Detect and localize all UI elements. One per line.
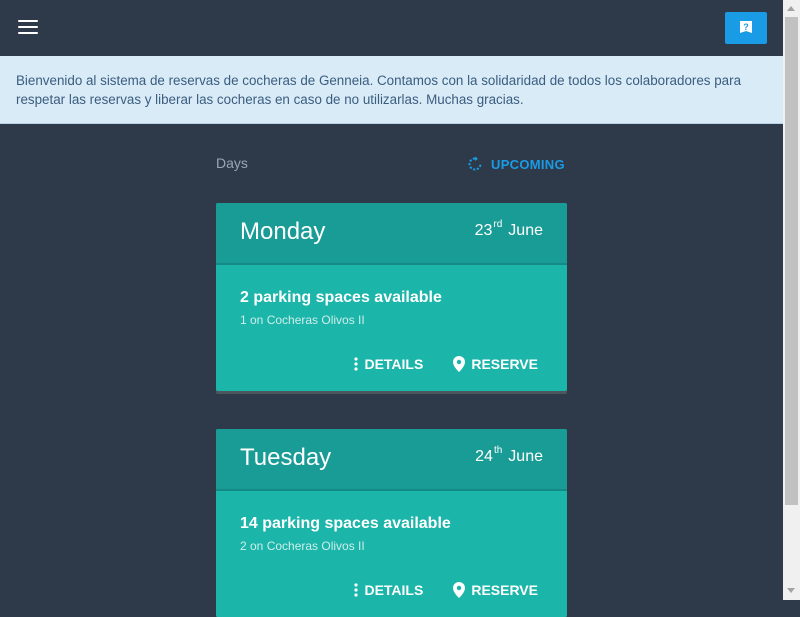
- details-button[interactable]: DETAILS: [354, 356, 423, 372]
- date-month: June: [508, 448, 543, 465]
- details-label: DETAILS: [364, 582, 424, 598]
- date-suffix: th: [493, 445, 503, 456]
- date-number: 23: [474, 222, 493, 239]
- card-actions: DETAILS RESERVE: [354, 356, 538, 372]
- hamburger-menu-icon[interactable]: [18, 19, 38, 35]
- day-name: Tuesday: [240, 444, 332, 471]
- day-card-monday: Monday 23rd June 2 parking spaces availab…: [216, 203, 567, 391]
- date: 24th June: [475, 445, 543, 466]
- refresh-icon: [468, 156, 482, 171]
- upcoming-button[interactable]: UPCOMING: [467, 155, 565, 173]
- date-number: 24: [475, 448, 493, 465]
- upcoming-label: UPCOMING: [491, 156, 565, 172]
- svg-text:?: ?: [743, 22, 749, 32]
- vertical-scrollbar[interactable]: [783, 0, 800, 600]
- help-book-icon: ?: [740, 21, 752, 33]
- scrollbar-thumb[interactable]: [785, 17, 798, 505]
- location-text: 1 on Cocheras Olivos II: [240, 313, 365, 327]
- scroll-down-arrow-icon[interactable]: [787, 588, 795, 593]
- days-label: Days: [216, 155, 248, 171]
- welcome-banner: Bienvenido al sistema de reservas de coc…: [0, 56, 783, 124]
- details-button[interactable]: DETAILS: [354, 582, 423, 598]
- location-text: 2 on Cocheras Olivos II: [240, 539, 365, 553]
- availability-text: 2 parking spaces available: [240, 289, 442, 306]
- more-vertical-icon: [354, 583, 359, 597]
- scroll-up-arrow-icon[interactable]: [787, 6, 795, 11]
- day-card-tuesday: Tuesday 24th June 14 parking spaces avail…: [216, 429, 567, 617]
- card-header: Tuesday 24th June: [216, 429, 567, 491]
- reserve-label: RESERVE: [471, 582, 538, 598]
- location-pin-icon: [453, 356, 466, 372]
- top-bar: ?: [0, 0, 783, 56]
- reserve-button[interactable]: RESERVE: [453, 582, 538, 598]
- reserve-label: RESERVE: [471, 356, 538, 372]
- date: 23rd June: [474, 219, 543, 240]
- date-month: June: [508, 222, 543, 239]
- more-vertical-icon: [354, 357, 359, 371]
- location-pin-icon: [453, 582, 466, 598]
- date-suffix: rd: [493, 219, 503, 230]
- reserve-button[interactable]: RESERVE: [453, 356, 538, 372]
- day-name: Monday: [240, 218, 326, 245]
- help-button[interactable]: ?: [725, 12, 767, 44]
- card-actions: DETAILS RESERVE: [354, 582, 538, 598]
- details-label: DETAILS: [364, 356, 424, 372]
- banner-text: Bienvenido al sistema de reservas de coc…: [16, 73, 742, 107]
- card-header: Monday 23rd June: [216, 203, 567, 265]
- availability-text: 14 parking spaces available: [240, 515, 451, 532]
